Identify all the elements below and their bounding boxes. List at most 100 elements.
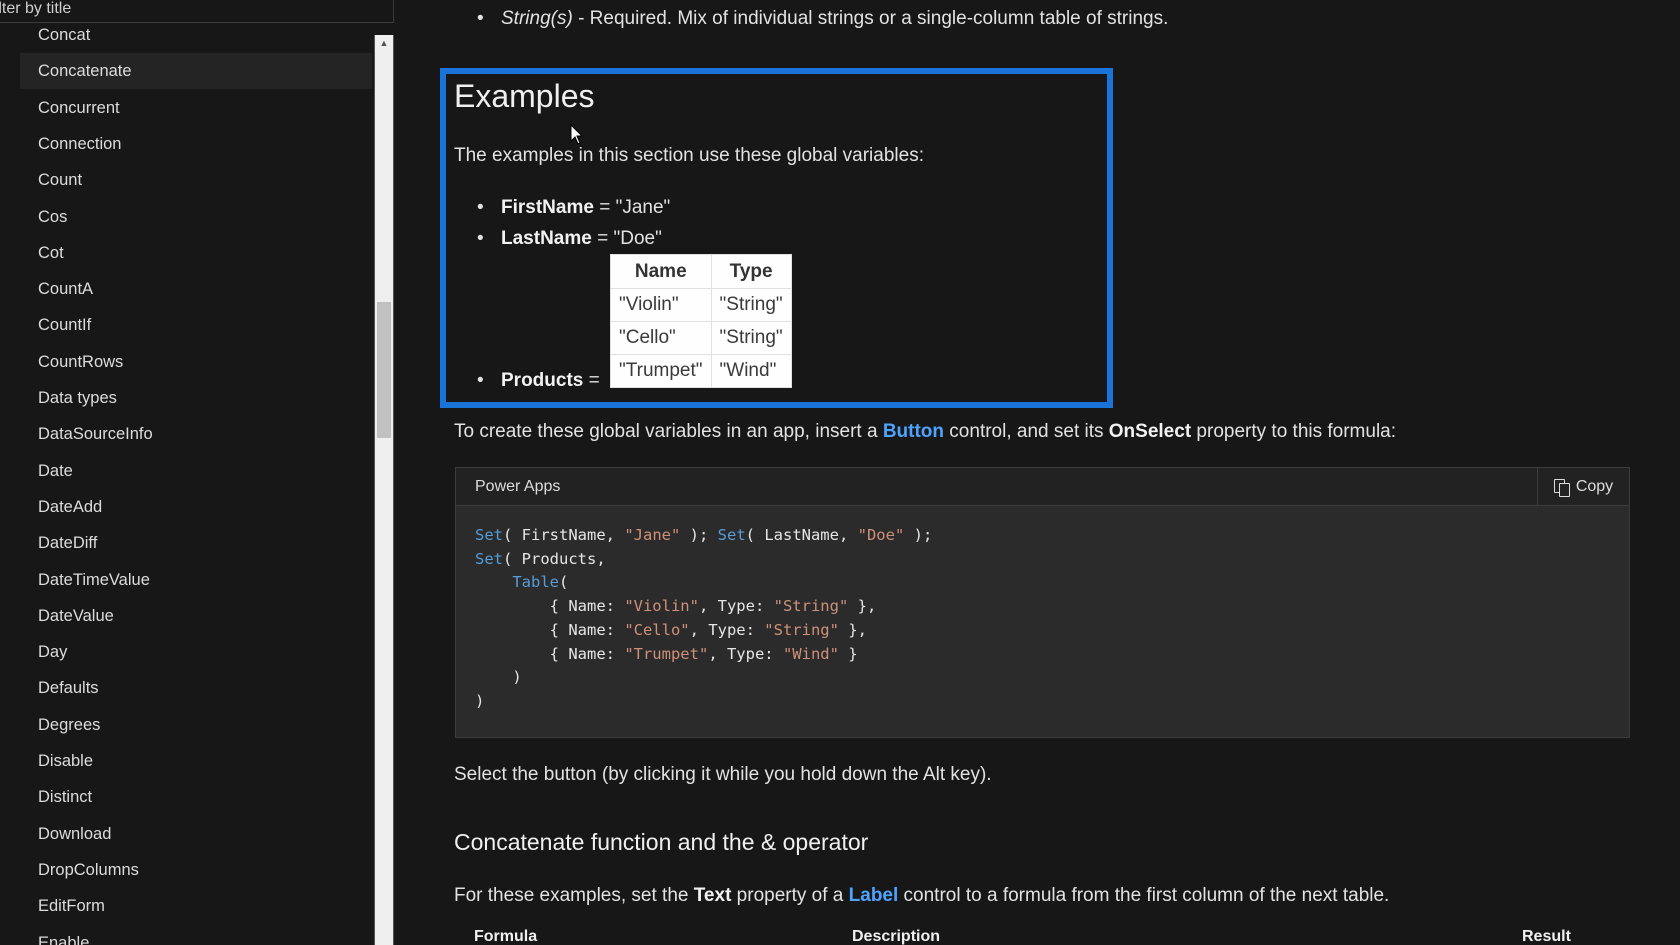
sidebar-item-dropcolumns[interactable]: DropColumns: [20, 852, 372, 888]
examples-heading: Examples: [454, 78, 595, 114]
sidebar-item-datetimevalue[interactable]: DateTimeValue: [20, 562, 372, 598]
param-description: - Required. Mix of individual strings or…: [572, 8, 1169, 29]
products-table-header-row: Name Type: [610, 254, 792, 289]
table-cell: "Trumpet": [610, 354, 712, 388]
sidebar-item-concatenate[interactable]: Concatenate: [20, 53, 372, 90]
select-button-paragraph: Select the button (by clicking it while …: [454, 764, 992, 785]
sidebar-item-concat[interactable]: Concat: [20, 20, 372, 53]
sidebar-item-editform[interactable]: EditForm: [20, 888, 372, 924]
code-text: ): [475, 691, 485, 710]
button-link[interactable]: Button: [883, 421, 944, 442]
text-span: To create these global variables in an a…: [454, 421, 883, 442]
sidebar-item-distinct[interactable]: Distinct: [20, 779, 372, 815]
table-cell: "String": [710, 321, 792, 355]
sidebar-item-defaults[interactable]: Defaults: [20, 670, 372, 706]
column-header-result: Result: [1522, 928, 1571, 945]
code-text: );: [904, 526, 933, 544]
code-block-header: Power Apps Copy: [456, 468, 1629, 506]
code-text: ( Products,: [503, 549, 606, 568]
table-cell: "Violin": [610, 288, 712, 322]
code-string: "String": [764, 620, 839, 639]
code-text: ): [475, 668, 522, 687]
text-term: Text: [693, 885, 732, 906]
table-row: "Trumpet" "Wind": [610, 354, 792, 388]
table-of-contents: Concat Concatenate Concurrent Connection Cou…: [0, 20, 372, 945]
code-keyword: Set: [717, 526, 746, 544]
sidebar-item-datevalue[interactable]: DateValue: [20, 598, 372, 634]
code-string: "Wind": [782, 644, 839, 663]
sidebar-item-day[interactable]: Day: [20, 634, 372, 670]
concatenate-operator-heading: Concatenate function and the & operator: [454, 829, 869, 855]
sidebar-item-download[interactable]: Download: [20, 816, 372, 852]
label-link[interactable]: Label: [849, 885, 899, 906]
code-content[interactable]: Set( FirstName, "Jane" ); Set( LastName,…: [475, 524, 932, 714]
label-examples-paragraph: For these examples, set the Text propert…: [454, 885, 1389, 907]
code-text: ( LastName,: [745, 526, 858, 544]
sidebar-item-dateadd[interactable]: DateAdd: [20, 489, 372, 525]
column-header-formula: Formula: [474, 928, 538, 945]
examples-intro: The examples in this section use these g…: [454, 145, 924, 166]
sidebar-item-count[interactable]: Count: [20, 162, 372, 198]
sidebar-item-data-types[interactable]: Data types: [20, 380, 372, 416]
code-keyword: Set: [475, 526, 503, 544]
code-string: "Jane": [624, 526, 681, 544]
sidebar-item-counta[interactable]: CountA: [20, 271, 372, 307]
copy-label: Copy: [1575, 478, 1614, 495]
sidebar-item-cot[interactable]: Cot: [20, 235, 372, 271]
column-header-name: Name: [610, 254, 712, 289]
code-text: { Name:: [475, 620, 625, 639]
scrollbar-thumb[interactable]: [377, 302, 391, 438]
code-line: { Name: "Trumpet", Type: "Wind" }: [475, 643, 932, 667]
table-row: "Cello" "String": [610, 321, 792, 355]
filter-by-title-input[interactable]: [0, 0, 393, 22]
code-keyword: Set: [475, 549, 503, 568]
sidebar-item-date[interactable]: Date: [20, 453, 372, 489]
variable-value: = "Doe": [591, 228, 662, 249]
variable-name: LastName: [501, 228, 592, 249]
sidebar-item-countrows[interactable]: CountRows: [20, 344, 372, 380]
copy-button[interactable]: Copy: [1537, 468, 1629, 506]
sidebar-item-concurrent[interactable]: Concurrent: [20, 90, 372, 126]
scroll-up-arrow-icon[interactable]: ▲: [375, 35, 393, 51]
sidebar-item-connection[interactable]: Connection: [20, 126, 372, 162]
param-name: String(s): [501, 8, 573, 29]
code-language-label: Power Apps: [475, 478, 561, 495]
main-content: String(s) - Required. Mix of individual …: [395, 0, 1680, 945]
code-string: "Trumpet": [624, 644, 709, 663]
sidebar: ConcatConcatenateConcurrentConnectionCou…: [0, 0, 395, 945]
sidebar-item-datediff[interactable]: DateDiff: [20, 525, 372, 561]
sidebar-item-disable[interactable]: Disable: [20, 743, 372, 779]
code-text: (: [559, 573, 569, 592]
code-line: Table(: [475, 571, 932, 595]
code-string: "String": [773, 597, 849, 616]
copy-icon: [1553, 478, 1570, 497]
code-text: }: [838, 644, 858, 663]
code-line: Set( FirstName, "Jane" ); Set( LastName,…: [475, 524, 932, 548]
sidebar-scrollbar[interactable]: ▲: [374, 35, 394, 945]
variable-products: Products =: [477, 370, 600, 392]
sidebar-item-enable[interactable]: Enable: [20, 925, 372, 945]
variable-value: =: [583, 370, 600, 391]
table-cell: "String": [710, 288, 792, 322]
sidebar-item-cos[interactable]: Cos: [20, 199, 372, 235]
code-line: Set( Products,: [475, 548, 932, 572]
text-span: property to this formula:: [1191, 421, 1397, 442]
text-span: control, and set its: [944, 421, 1109, 442]
column-header-type: Type: [710, 254, 792, 289]
code-text: , Type:: [698, 597, 774, 616]
table-cell: "Cello": [610, 321, 712, 355]
variable-name: FirstName: [501, 197, 594, 218]
code-text: ( FirstName,: [503, 526, 625, 544]
create-variables-paragraph: To create these global variables in an a…: [454, 421, 1396, 443]
code-text: , Type:: [708, 644, 783, 663]
table-cell: "Wind": [710, 354, 792, 388]
code-string: "Cello": [624, 620, 690, 639]
variable-value: = "Jane": [593, 197, 671, 218]
onselect-term: OnSelect: [1108, 421, 1192, 442]
sidebar-item-degrees[interactable]: Degrees: [20, 707, 372, 743]
param-bullet: String(s) - Required. Mix of individual …: [477, 8, 1169, 30]
sidebar-item-countif[interactable]: CountIf: [20, 307, 372, 343]
table-row: "Violin" "String": [610, 288, 792, 322]
sidebar-item-datasourceinfo[interactable]: DataSourceInfo: [20, 416, 372, 452]
